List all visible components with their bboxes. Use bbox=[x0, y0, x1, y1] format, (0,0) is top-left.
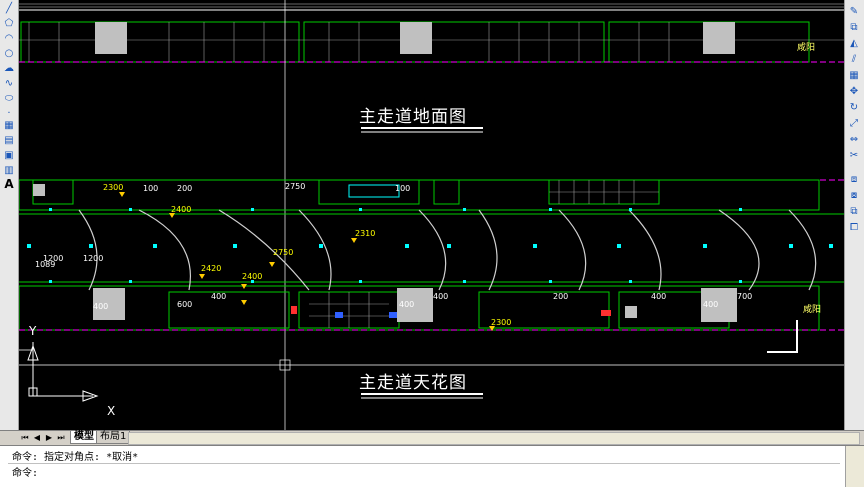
region-icon[interactable]: ▣ bbox=[2, 148, 16, 162]
first-tab-icon[interactable]: ⏮ bbox=[20, 432, 30, 443]
copy-icon[interactable]: ⧉ bbox=[847, 20, 861, 34]
command-input[interactable]: 命令: bbox=[12, 466, 38, 481]
draworder-back-icon[interactable]: ⧇ bbox=[847, 188, 861, 202]
elevation-label: 2310 bbox=[355, 229, 376, 238]
dimension-label: 400 bbox=[703, 300, 719, 309]
prev-tab-icon[interactable]: ◀ bbox=[32, 432, 42, 443]
dimension-label: 200 bbox=[177, 184, 193, 193]
draw-toolbar: ╱ ⬠ ◠ ○ ☁ ∿ ⬭ · ▦ ▤ ▣ ▥ A bbox=[0, 0, 19, 432]
mtext-icon[interactable]: A bbox=[2, 177, 16, 191]
erase-icon[interactable]: ✎ bbox=[847, 4, 861, 18]
elevation-label: 2300 bbox=[103, 183, 124, 192]
cad-drawing bbox=[19, 0, 845, 430]
elevation-label: 2400 bbox=[171, 205, 192, 214]
array-icon[interactable]: ▦ bbox=[847, 68, 861, 82]
drawing-canvas[interactable]: 主走道地面图 主走道天花图 2300 2400 2750 2310 2420 2… bbox=[19, 0, 845, 430]
dimension-label: 400 bbox=[433, 292, 449, 301]
modify-toolbar: ✎ ⧉ ◭ ⫽ ▦ ✥ ↻ ⤢ ⇔ ✂ ⧈ ⧇ ⧉ ⧠ bbox=[844, 0, 864, 432]
dimension-label: 700 bbox=[737, 292, 753, 301]
gradient-icon[interactable]: ▤ bbox=[2, 133, 16, 147]
dimension-label: 100 bbox=[395, 184, 411, 193]
table-icon[interactable]: ▥ bbox=[2, 163, 16, 177]
layout-tabs-bar: ⏮ ◀ ▶ ⏭ 模型 布局1 bbox=[0, 430, 864, 445]
mirror-icon[interactable]: ◭ bbox=[847, 36, 861, 50]
dimension-label: 400 bbox=[651, 292, 667, 301]
move-icon[interactable]: ✥ bbox=[847, 84, 861, 98]
dimension-label: 100 bbox=[143, 184, 159, 193]
hatch-icon[interactable]: ▦ bbox=[2, 118, 16, 132]
command-line-panel: 命令: 指定对角点: *取消* 命令: bbox=[0, 445, 864, 487]
command-divider bbox=[8, 463, 840, 464]
elevation-label: 2750 bbox=[273, 248, 294, 257]
location-tag: 咸阳 bbox=[803, 305, 822, 315]
rotate-icon[interactable]: ↻ bbox=[847, 100, 861, 114]
last-tab-icon[interactable]: ⏭ bbox=[56, 432, 66, 443]
horizontal-scrollbar[interactable] bbox=[128, 432, 860, 445]
location-tag: 咸阳 bbox=[797, 43, 816, 53]
dimension-label: 200 bbox=[553, 292, 569, 301]
spline-icon[interactable]: ∿ bbox=[2, 76, 16, 90]
offset-icon[interactable]: ⫽ bbox=[847, 52, 861, 66]
elevation-label: 2300 bbox=[491, 318, 512, 327]
ceiling-plan-title: 主走道天花图 bbox=[359, 373, 467, 393]
arc-icon[interactable]: ◠ bbox=[2, 31, 16, 45]
ucs-y-label: Y bbox=[29, 324, 37, 338]
dimension-label: 400 bbox=[211, 292, 227, 301]
line-icon[interactable]: ╱ bbox=[2, 1, 16, 15]
dimension-label: 400 bbox=[93, 302, 109, 311]
tab-layout1[interactable]: 布局1 bbox=[96, 431, 131, 444]
revcloud-icon[interactable]: ☁ bbox=[2, 61, 16, 75]
draworder-front-icon[interactable]: ⧈ bbox=[847, 172, 861, 186]
tab-model[interactable]: 模型 bbox=[70, 431, 98, 444]
elevation-label: 2400 bbox=[242, 272, 263, 281]
dimension-label: 1200 bbox=[83, 254, 104, 263]
dimension-label: 1089 bbox=[35, 260, 56, 269]
draworder-below-icon[interactable]: ⧠ bbox=[847, 220, 861, 234]
ellipse-icon[interactable]: ⬭ bbox=[2, 91, 16, 105]
elevation-label: 2420 bbox=[201, 264, 222, 273]
command-scrollbar[interactable] bbox=[845, 446, 864, 487]
polyline-icon[interactable]: ⬠ bbox=[2, 16, 16, 30]
dimension-label: 600 bbox=[177, 300, 193, 309]
floor-plan-title: 主走道地面图 bbox=[359, 107, 467, 127]
scale-icon[interactable]: ⤢ bbox=[847, 116, 861, 130]
trim-icon[interactable]: ✂ bbox=[847, 148, 861, 162]
ucs-x-label: X bbox=[107, 404, 116, 418]
draworder-above-icon[interactable]: ⧉ bbox=[847, 204, 861, 218]
next-tab-icon[interactable]: ▶ bbox=[44, 432, 54, 443]
circle-icon[interactable]: ○ bbox=[2, 46, 16, 60]
stretch-icon[interactable]: ⇔ bbox=[847, 132, 861, 146]
dimension-label: 400 bbox=[399, 300, 415, 309]
elevation-label: 2750 bbox=[285, 182, 306, 191]
